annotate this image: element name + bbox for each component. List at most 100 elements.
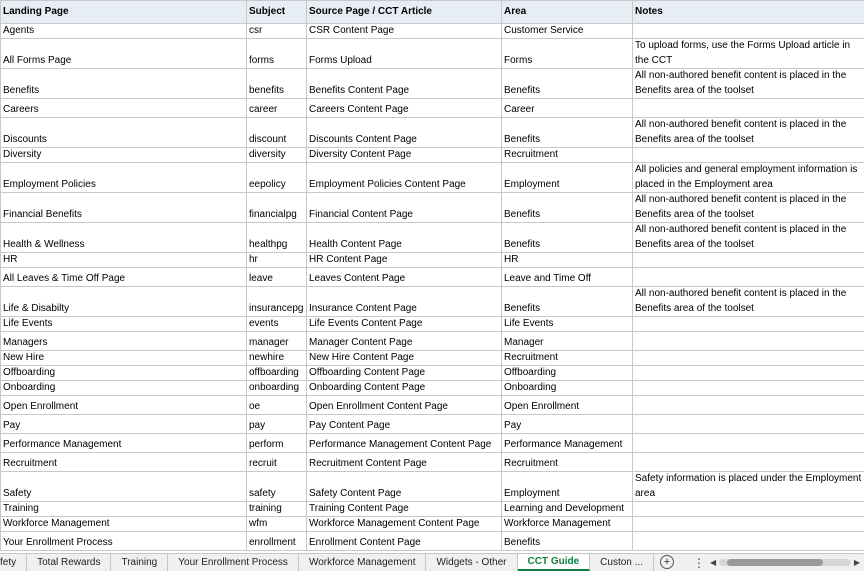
cell-area[interactable]: Onboarding — [501, 380, 633, 396]
cell-area[interactable]: HR — [501, 252, 633, 268]
cell-area[interactable]: Recruitment — [501, 350, 633, 366]
cell-notes[interactable] — [632, 395, 864, 415]
cell-subject[interactable]: leave — [246, 267, 307, 287]
scrollbar-thumb[interactable] — [727, 559, 824, 566]
cell-notes[interactable] — [632, 147, 864, 163]
cell-area[interactable]: Offboarding — [501, 365, 633, 381]
cell-notes[interactable] — [632, 98, 864, 118]
cell-source-page[interactable]: Leaves Content Page — [306, 267, 502, 287]
cell-subject[interactable]: enrollment — [246, 531, 307, 551]
cell-source-page[interactable]: Performance Management Content Page — [306, 433, 502, 453]
cell-subject[interactable]: newhire — [246, 350, 307, 366]
cell-source-page[interactable]: Open Enrollment Content Page — [306, 395, 502, 415]
cell-source-page[interactable]: Safety Content Page — [306, 471, 502, 502]
cell-notes[interactable] — [632, 350, 864, 366]
cell-area[interactable]: Recruitment — [501, 452, 633, 472]
cell-landing-page[interactable]: Recruitment — [0, 452, 247, 472]
cell-source-page[interactable]: Recruitment Content Page — [306, 452, 502, 472]
scroll-right-icon[interactable]: ▶ — [854, 558, 860, 567]
cell-landing-page[interactable]: Safety — [0, 471, 247, 502]
cell-source-page[interactable]: Life Events Content Page — [306, 316, 502, 332]
cell-landing-page[interactable]: Offboarding — [0, 365, 247, 381]
cell-subject[interactable]: eepolicy — [246, 162, 307, 193]
cell-landing-page[interactable]: HR — [0, 252, 247, 268]
cell-notes[interactable]: All non-authored benefit content is plac… — [632, 68, 864, 99]
header-landing-page[interactable]: Landing Page — [0, 0, 247, 24]
cell-notes[interactable]: All non-authored benefit content is plac… — [632, 286, 864, 317]
cell-source-page[interactable]: Careers Content Page — [306, 98, 502, 118]
cell-subject[interactable]: forms — [246, 38, 307, 69]
cell-source-page[interactable]: New Hire Content Page — [306, 350, 502, 366]
cell-landing-page[interactable]: Training — [0, 501, 247, 517]
cell-notes[interactable] — [632, 516, 864, 532]
cell-landing-page[interactable]: Life Events — [0, 316, 247, 332]
horizontal-scrollbar[interactable]: ◀ ▶ — [706, 554, 864, 571]
header-subject[interactable]: Subject — [246, 0, 307, 24]
cell-subject[interactable]: manager — [246, 331, 307, 351]
cell-landing-page[interactable]: Life & Disabilty — [0, 286, 247, 317]
cell-notes[interactable] — [632, 452, 864, 472]
cell-subject[interactable]: discount — [246, 117, 307, 148]
cell-landing-page[interactable]: Pay — [0, 414, 247, 434]
cell-notes[interactable]: Safety information is placed under the E… — [632, 471, 864, 502]
cell-area[interactable]: Benefits — [501, 222, 633, 253]
sheet-tab[interactable]: Workforce Management — [299, 554, 427, 571]
cell-source-page[interactable]: Offboarding Content Page — [306, 365, 502, 381]
header-source-page[interactable]: Source Page / CCT Article — [306, 0, 502, 24]
cell-source-page[interactable]: Insurance Content Page — [306, 286, 502, 317]
cell-notes[interactable]: To upload forms, use the Forms Upload ar… — [632, 38, 864, 69]
cell-area[interactable]: Workforce Management — [501, 516, 633, 532]
cell-subject[interactable]: healthpg — [246, 222, 307, 253]
cell-source-page[interactable]: Employment Policies Content Page — [306, 162, 502, 193]
cell-subject[interactable]: benefits — [246, 68, 307, 99]
cell-area[interactable]: Leave and Time Off — [501, 267, 633, 287]
cell-area[interactable]: Pay — [501, 414, 633, 434]
sheet-tab[interactable]: Total Rewards — [27, 554, 112, 571]
cell-notes[interactable] — [632, 365, 864, 381]
scrollbar-track[interactable] — [719, 559, 851, 566]
cell-notes[interactable]: All non-authored benefit content is plac… — [632, 117, 864, 148]
cell-notes[interactable]: All policies and general employment info… — [632, 162, 864, 193]
cell-subject[interactable]: csr — [246, 23, 307, 39]
header-notes[interactable]: Notes — [632, 0, 864, 24]
cell-source-page[interactable]: Training Content Page — [306, 501, 502, 517]
cell-source-page[interactable]: Onboarding Content Page — [306, 380, 502, 396]
cell-area[interactable]: Employment — [501, 162, 633, 193]
header-area[interactable]: Area — [501, 0, 633, 24]
cell-landing-page[interactable]: Onboarding — [0, 380, 247, 396]
cell-landing-page[interactable]: Managers — [0, 331, 247, 351]
cell-landing-page[interactable]: Diversity — [0, 147, 247, 163]
cell-area[interactable]: Manager — [501, 331, 633, 351]
cell-area[interactable]: Benefits — [501, 192, 633, 223]
cell-subject[interactable]: offboarding — [246, 365, 307, 381]
cell-landing-page[interactable]: Employment Policies — [0, 162, 247, 193]
cell-area[interactable]: Performance Management — [501, 433, 633, 453]
cell-subject[interactable]: diversity — [246, 147, 307, 163]
cell-source-page[interactable]: HR Content Page — [306, 252, 502, 268]
sheet-tab[interactable]: Your Enrollment Process — [168, 554, 299, 571]
cell-notes[interactable] — [632, 316, 864, 332]
cell-landing-page[interactable]: Careers — [0, 98, 247, 118]
cell-landing-page[interactable]: Agents — [0, 23, 247, 39]
more-options-icon[interactable]: ⋮ — [692, 554, 706, 571]
cell-source-page[interactable]: Diversity Content Page — [306, 147, 502, 163]
cell-area[interactable]: Benefits — [501, 117, 633, 148]
cell-landing-page[interactable]: All Leaves & Time Off Page — [0, 267, 247, 287]
cell-subject[interactable]: financialpg — [246, 192, 307, 223]
cell-notes[interactable] — [632, 433, 864, 453]
cell-source-page[interactable]: Discounts Content Page — [306, 117, 502, 148]
cell-subject[interactable]: oe — [246, 395, 307, 415]
cell-source-page[interactable]: Health Content Page — [306, 222, 502, 253]
cell-subject[interactable]: events — [246, 316, 307, 332]
cell-landing-page[interactable]: Your Enrollment Process — [0, 531, 247, 551]
cell-landing-page[interactable]: Financial Benefits — [0, 192, 247, 223]
cell-source-page[interactable]: Workforce Management Content Page — [306, 516, 502, 532]
cell-notes[interactable] — [632, 414, 864, 434]
sheet-tab[interactable]: Widgets - Other — [426, 554, 518, 571]
cell-notes[interactable] — [632, 531, 864, 551]
cell-subject[interactable]: pay — [246, 414, 307, 434]
cell-notes[interactable] — [632, 23, 864, 39]
cell-area[interactable]: Customer Service — [501, 23, 633, 39]
spreadsheet-grid[interactable]: Landing Page Subject Source Page / CCT A… — [0, 0, 864, 553]
cell-notes[interactable] — [632, 380, 864, 396]
